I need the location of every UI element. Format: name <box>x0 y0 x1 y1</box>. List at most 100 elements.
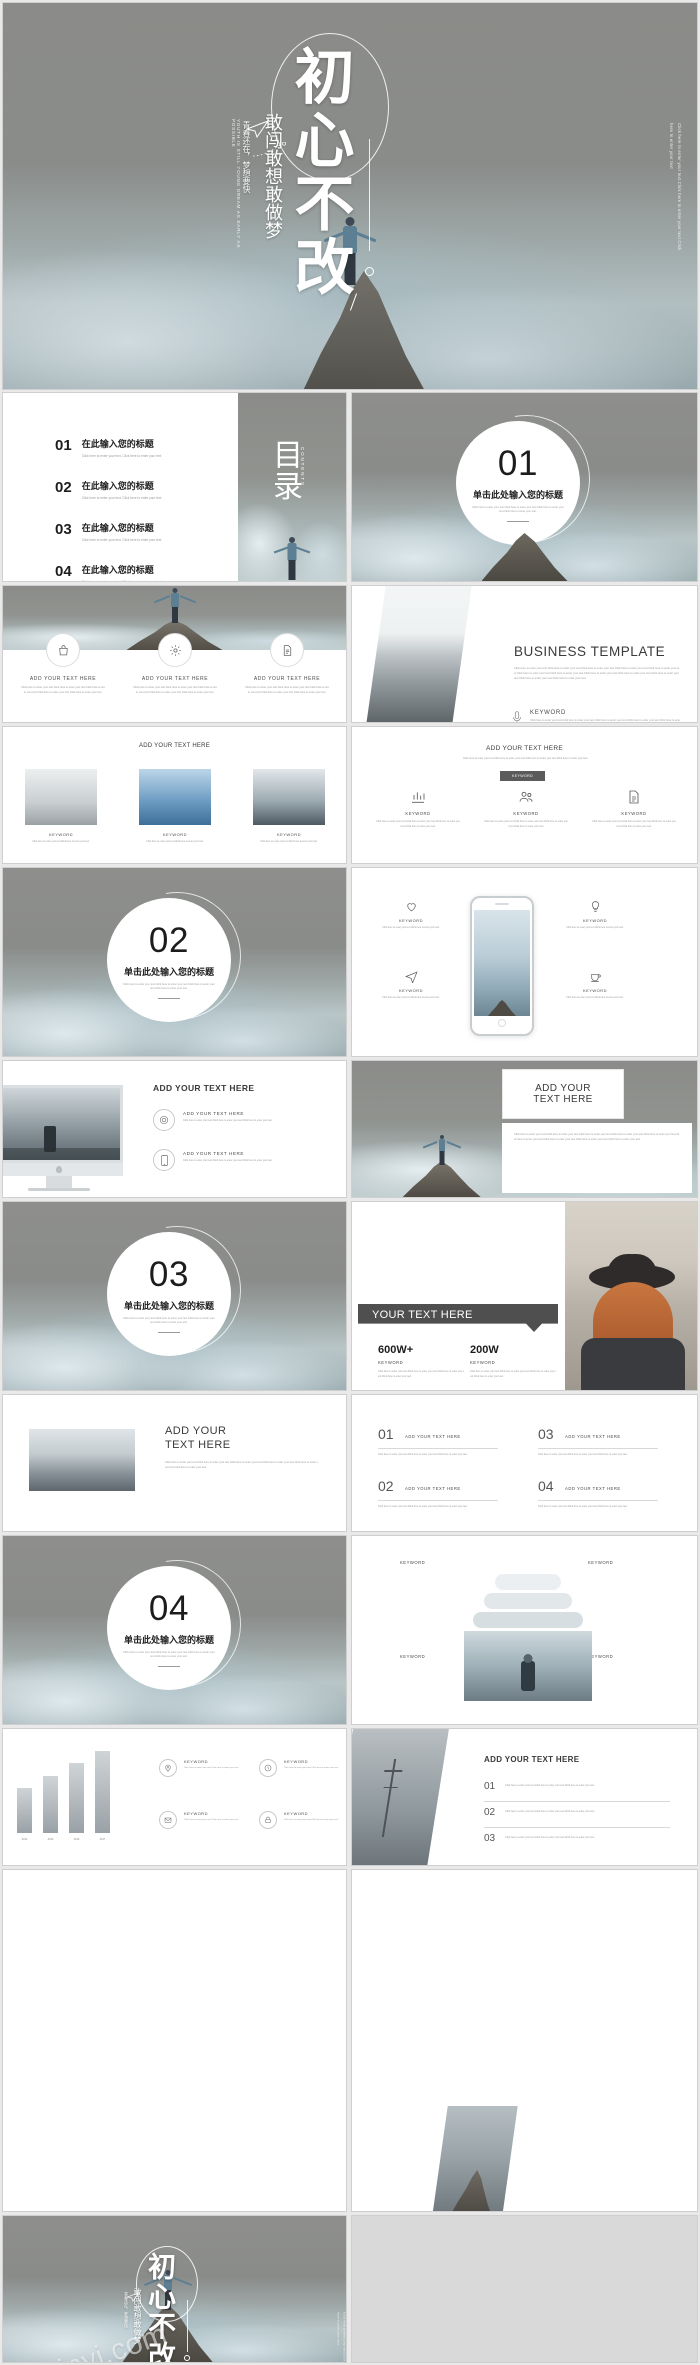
section-subtitle: Click here to enter your text.Click here… <box>123 1316 215 1324</box>
bar-label: 2014 <box>21 1838 28 1841</box>
bulb-icon[interactable] <box>552 900 638 913</box>
slide-business-template[interactable]: BUSINESS TEMPLATE Click here to enter yo… <box>351 585 698 723</box>
keyword-label: KEYWORD <box>405 811 431 816</box>
section-divider <box>158 1666 180 1668</box>
slide-section-03[interactable]: 03 单击此处输入您的标题 Click here to enter your t… <box>2 1201 347 1391</box>
slide-section-01[interactable]: 01 单击此处输入您的标题 Click here to enter your t… <box>351 392 698 582</box>
slide-three-photos[interactable]: ADD YOUR TEXT HERE KEYWORD Click here to… <box>2 726 347 864</box>
target-icon[interactable] <box>153 1109 175 1131</box>
toc-item[interactable]: 02 在此输入您的标题 Click here to enter your tex… <box>55 479 235 501</box>
bars-item-label: KEYWORD <box>284 1811 309 1816</box>
photo-text-title-2: TEXT HERE <box>165 1439 231 1451</box>
pyramid-bar[interactable] <box>495 1574 561 1590</box>
keyword-desc: Click here to enter your text.Click here… <box>376 820 460 828</box>
slide-ending[interactable]: 初心不改 敢闯敢想敢做梦 青春还在，梦想要快 Click here to ent… <box>2 2215 347 2363</box>
list-number: 03 <box>484 1833 496 1844</box>
keywords-title: ADD YOUR TEXT HERE <box>486 745 563 752</box>
slide-numbers[interactable]: 01 ADD YOUR TEXT HERE Click here to ente… <box>351 1394 698 1532</box>
icon-label: ADD YOUR TEXT HERE <box>141 676 209 682</box>
photo-thumb[interactable] <box>139 769 211 825</box>
file-icon[interactable] <box>270 633 304 667</box>
keyword-label: KEYWORD <box>513 811 539 816</box>
pin-icon[interactable] <box>159 1759 177 1777</box>
slide-cover[interactable]: 初心不改 敢闯敢想敢做梦 青春还在，梦想要快 YOUTH IS STILL YO… <box>2 2 698 390</box>
section-title: 单击此处输入您的标题 <box>123 1300 214 1311</box>
slide-list[interactable]: ADD YOUR TEXT HERE 01 Click here to ente… <box>351 1728 698 1866</box>
users-icon[interactable] <box>480 789 572 805</box>
slide-three-icons[interactable]: ADD YOUR TEXT HERE Click here to enter y… <box>2 585 347 723</box>
phone-right-item: KEYWORD Click here to enter your text.Cl… <box>552 970 638 1000</box>
ending-vertical-line <box>187 2300 188 2352</box>
person-figure <box>143 588 207 624</box>
number-divider <box>378 1500 498 1501</box>
list-row: 03 Click here to enter your text.Click h… <box>484 1833 670 1844</box>
bars-item-desc: Click here to enter your text.Click here… <box>184 1819 239 1821</box>
slide-toc[interactable]: 01 在此输入您的标题 Click here to enter your tex… <box>2 392 347 582</box>
slide-phone[interactable]: KEYWORD Click here to enter your text.Cl… <box>351 867 698 1057</box>
bars-item: KEYWORD Click here to enter your text.Cl… <box>259 1759 346 1777</box>
photo-label: KEYWORD <box>276 832 302 837</box>
ending-side-text: Click here to enter your text.Click here… <box>336 2312 347 2362</box>
bars-item: KEYWORD Click here to enter your text.Cl… <box>259 1811 346 1829</box>
section-title: 单击此处输入您的标题 <box>123 1634 214 1645</box>
pyramid-bar[interactable] <box>473 1612 583 1628</box>
slide-addyour-text[interactable]: ADD YOUR TEXT HERE Click here to enter y… <box>351 1060 698 1198</box>
photo-block[interactable] <box>29 1429 135 1491</box>
slide-pyramid[interactable]: KEYWORD KEYWORD KEYWORD KEYWORD <box>351 1535 698 1725</box>
plane-icon[interactable] <box>368 970 454 983</box>
toc-item[interactable]: 01 在此输入您的标题 Click here to enter your tex… <box>55 437 235 459</box>
photo-thumb[interactable] <box>25 769 97 825</box>
imac-item: ADD YOUR TEXT HERE Click here to enter y… <box>153 1109 343 1131</box>
slide-stats[interactable]: YOUR TEXT HERE 600W+ KEYWORD Click here … <box>351 1201 698 1391</box>
stat-desc: Click here to enter your text.Click here… <box>378 1370 464 1378</box>
slide-imac[interactable]: ADD YOUR TEXT HERE ADD YOUR TEXT HERE Cl… <box>2 1060 347 1198</box>
pyramid-bar[interactable] <box>484 1593 572 1609</box>
slide-bars[interactable]: 2014 2015 2016 2017 KEYWORD Click here t… <box>2 1728 347 1866</box>
section-subtitle: Click here to enter your text.Click here… <box>472 505 564 513</box>
paper-plane-icon <box>246 120 272 140</box>
slide-blank-left[interactable] <box>2 1869 347 2212</box>
toc-item[interactable]: 04 在此输入您的标题 Click here to enter your tex… <box>55 563 235 581</box>
toc-item[interactable]: 03 在此输入您的标题 Click here to enter your tex… <box>55 521 235 543</box>
photo-col: KEYWORD Click here to enter your text.Cl… <box>253 769 325 844</box>
phone-item-desc: Click here to enter your text.Click here… <box>382 997 440 999</box>
imac-chin <box>3 1163 123 1176</box>
bag-icon[interactable] <box>46 633 80 667</box>
phone-left-item: KEYWORD Click here to enter your text.Cl… <box>368 900 454 930</box>
list-divider <box>484 1801 670 1802</box>
mail-icon[interactable] <box>159 1811 177 1829</box>
lock-icon[interactable] <box>259 1811 277 1829</box>
slide-section-04[interactable]: 04 单击此处输入您的标题 Click here to enter your t… <box>2 1535 347 1725</box>
slide-three-keywords[interactable]: ADD YOUR TEXT HERE Click here to enter y… <box>351 726 698 864</box>
clock-icon[interactable] <box>259 1759 277 1777</box>
number-desc: Click here to enter your text.Click here… <box>538 1453 628 1456</box>
paper-plane-icon <box>127 2292 141 2303</box>
imac-title: ADD YOUR TEXT HERE <box>153 1083 255 1093</box>
photo-thumb[interactable] <box>253 769 325 825</box>
heart-icon[interactable] <box>368 900 454 913</box>
chart-icon[interactable] <box>372 789 464 805</box>
number-label: ADD YOUR TEXT HERE <box>565 1486 621 1491</box>
list-number: 02 <box>484 1807 496 1818</box>
keyword-desc: Click here to enter your text.Click here… <box>530 719 680 722</box>
cup-icon[interactable] <box>552 970 638 983</box>
addyour-body: Click here to enter your text.Click here… <box>514 1133 680 1141</box>
slide-section-02[interactable]: 02 单击此处输入您的标题 Click here to enter your t… <box>2 867 347 1057</box>
phone-icon[interactable] <box>153 1149 175 1171</box>
photo-text-body: Click here to enter your text.Click here… <box>165 1461 318 1469</box>
number-desc: Click here to enter your text.Click here… <box>538 1505 628 1508</box>
stat-block: 200W KEYWORD Click here to enter your te… <box>470 1344 556 1379</box>
slide-photo-text[interactable]: ADD YOUR TEXT HERE Click here to enter y… <box>2 1394 347 1532</box>
slide-blank-right[interactable] <box>351 1869 698 2212</box>
stats-photo <box>565 1202 697 1390</box>
icon-desc: Click here to enter your text.Click here… <box>133 686 217 694</box>
cover-vertical-line <box>369 139 370 251</box>
list-number: 01 <box>484 1781 496 1792</box>
gear-icon[interactable] <box>158 633 192 667</box>
doc-icon[interactable] <box>588 789 680 805</box>
phone-item-label: KEYWORD <box>398 918 424 923</box>
plane-trail <box>253 142 289 158</box>
icon-desc: Click here to enter your text.Click here… <box>21 686 105 694</box>
pyramid-photo <box>464 1631 592 1701</box>
phone-mockup <box>470 896 534 1036</box>
